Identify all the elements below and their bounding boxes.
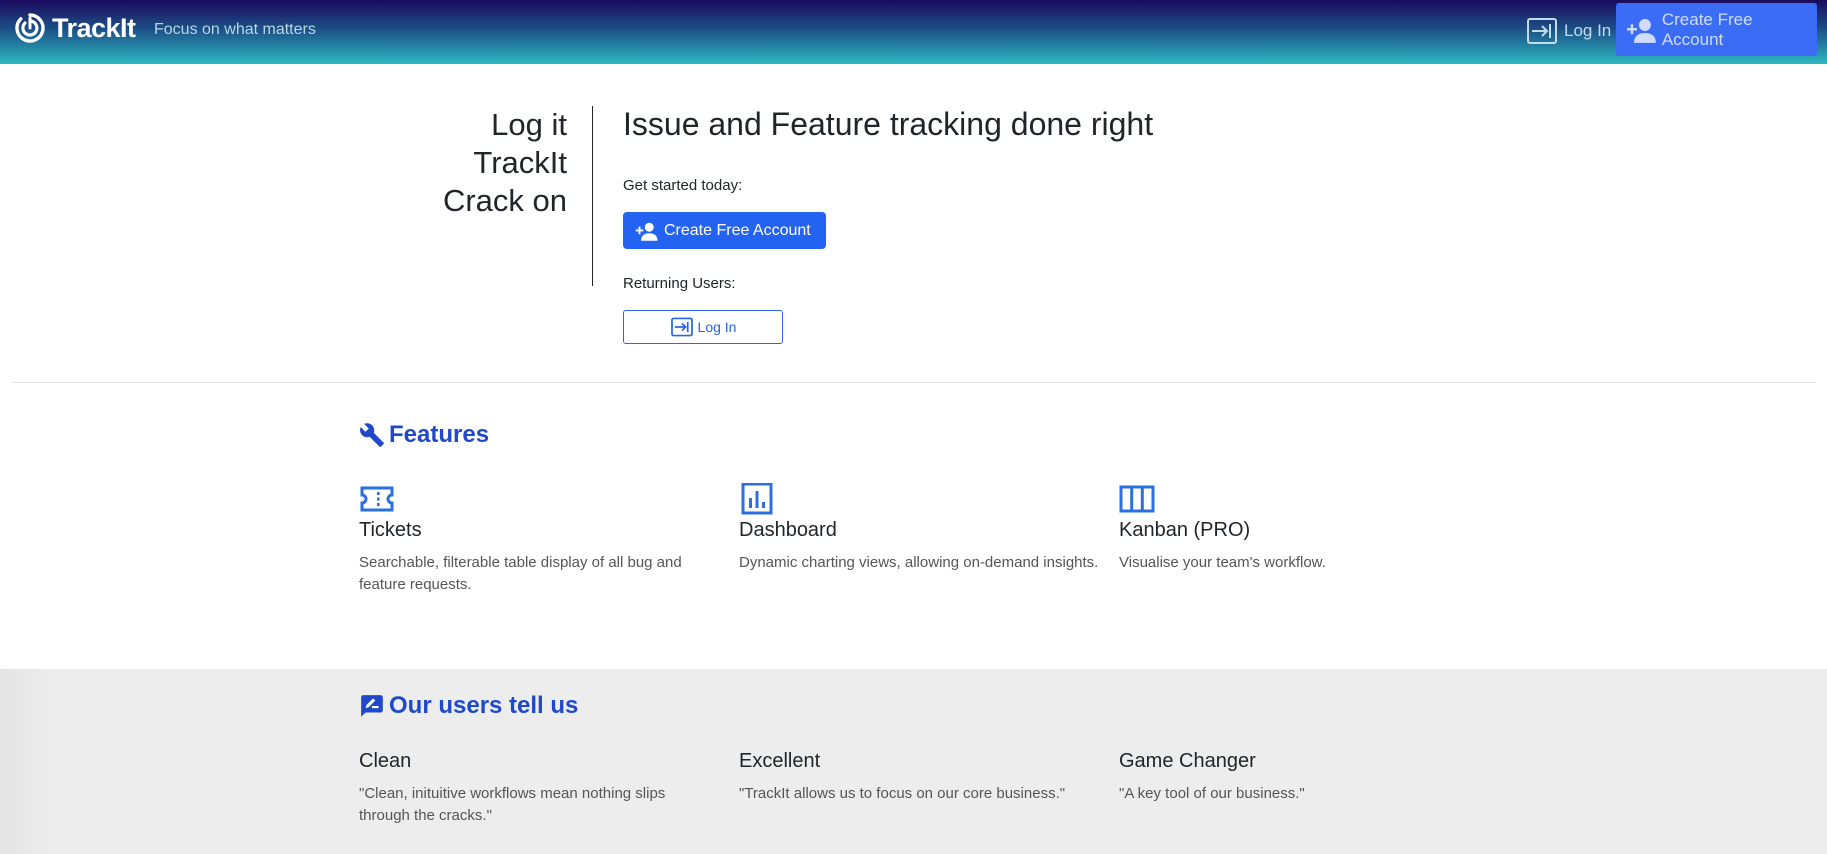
feature-name: Kanban (PRO): [1119, 519, 1251, 541]
nav-create-account-label: Create Free Account: [1661, 9, 1753, 49]
login-icon: [1527, 18, 1557, 44]
login-button[interactable]: Log In: [623, 310, 783, 344]
feature-card-kanban: Kanban (PRO) Visualise your team's workf…: [1119, 483, 1479, 574]
testimonial-text: "TrackIt allows us to focus on our core …: [739, 785, 1066, 802]
section-divider: [12, 382, 1815, 383]
testimonial-text: "Clean, inituitive workflows mean nothin…: [359, 785, 666, 824]
target-logo-icon: [15, 13, 45, 43]
brand[interactable]: TrackIt: [14, 12, 136, 44]
nav-login-label: Log In: [1564, 21, 1612, 40]
login-label: Log In: [697, 319, 737, 335]
create-account-button[interactable]: Create Free Account: [623, 212, 826, 249]
login-icon: [670, 317, 693, 337]
feature-name: Dashboard: [739, 519, 837, 541]
columns-icon: [1119, 485, 1155, 513]
testimonials-heading: Our users tell us: [359, 692, 578, 720]
add-user-icon: [635, 222, 658, 241]
brand-name: TrackIt: [52, 12, 136, 43]
tagline: Focus on what matters: [154, 21, 316, 38]
nav-login-link[interactable]: Log In: [1526, 14, 1611, 48]
features-title: Features: [389, 421, 490, 448]
slogan-line: Log it: [491, 107, 567, 142]
wrench-icon: [360, 423, 384, 447]
get-started-label: Get started today:: [623, 177, 743, 194]
feature-description: Searchable, filterable table display of …: [359, 554, 682, 593]
testimonial-text: "A key tool of our business.": [1119, 785, 1305, 802]
nav-create-account-button[interactable]: Create Free Account: [1616, 3, 1817, 56]
slogan-line: TrackIt: [473, 145, 567, 180]
testimonial-card: Excellent "TrackIt allows us to focus on…: [739, 750, 1099, 805]
hero-slogan: Log it TrackIt Crack on: [443, 106, 567, 220]
feature-name: Tickets: [359, 519, 422, 541]
feedback-icon: [361, 695, 383, 717]
testimonial-card: Clean "Clean, inituitive workflows mean …: [359, 750, 719, 827]
testimonial-title: Game Changer: [1119, 750, 1256, 772]
bar-chart-icon: [741, 483, 773, 515]
feature-description: Dynamic charting views, allowing on-dema…: [739, 554, 1099, 571]
testimonial-title: Excellent: [739, 750, 821, 772]
feature-card-tickets: Tickets Searchable, filterable table dis…: [359, 483, 719, 596]
hero-title: Issue and Feature tracking done right: [623, 106, 1154, 142]
slogan-line: Crack on: [442, 183, 567, 218]
ticket-icon: [360, 486, 394, 512]
feature-description: Visualise your team's workflow.: [1119, 554, 1326, 571]
create-account-label: Create Free Account: [664, 221, 811, 239]
testimonial-title: Clean: [359, 750, 412, 772]
hero-divider: [592, 106, 593, 286]
returning-users-label: Returning Users:: [623, 275, 736, 292]
navbar: TrackIt Focus on what matters Log In Cre…: [0, 0, 1827, 64]
feature-card-dashboard: Dashboard Dynamic charting views, allowi…: [739, 483, 1099, 574]
testimonials-title: Our users tell us: [389, 692, 579, 719]
add-user-icon: [1626, 18, 1656, 43]
features-heading: Features: [359, 421, 489, 449]
testimonial-card: Game Changer "A key tool of our business…: [1119, 750, 1479, 805]
